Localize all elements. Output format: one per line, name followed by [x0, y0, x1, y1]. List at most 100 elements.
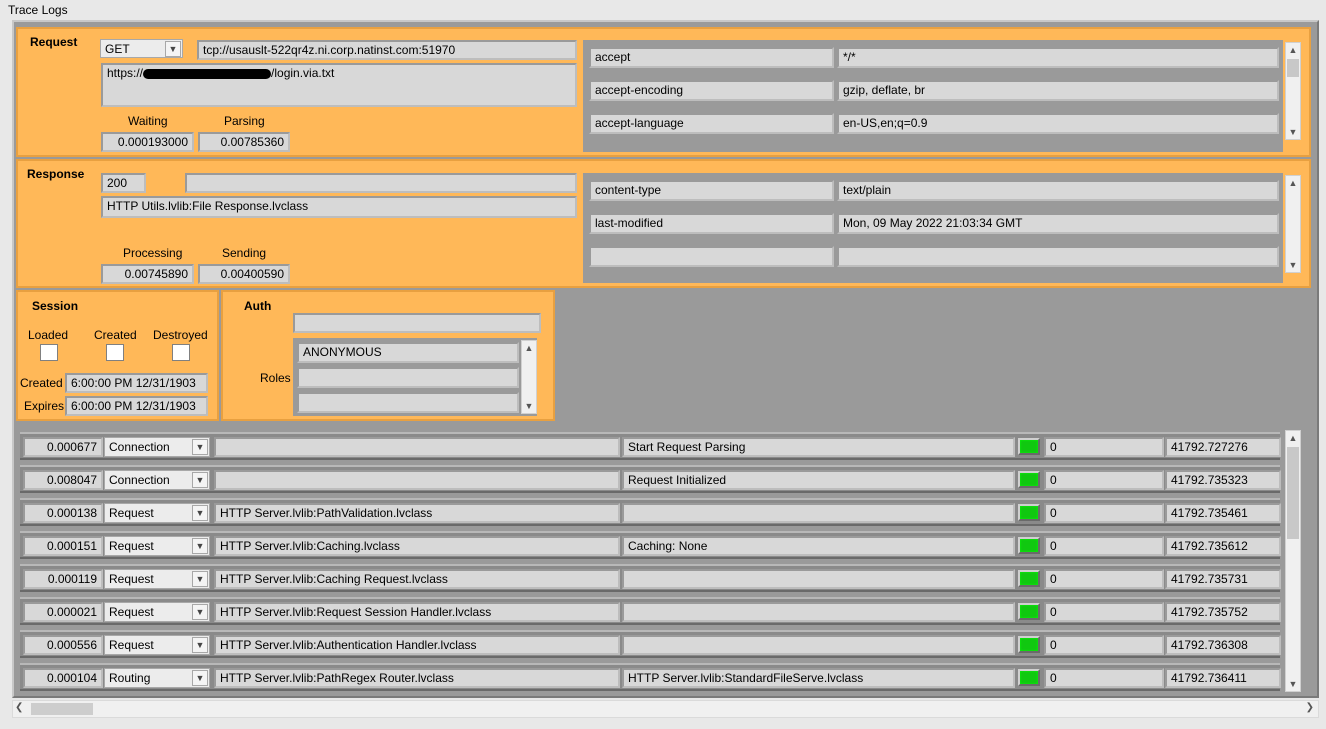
log-message[interactable]	[622, 602, 1015, 622]
response-header-name[interactable]	[589, 246, 834, 267]
request-label: Request	[30, 35, 78, 49]
log-code[interactable]: 0	[1044, 668, 1164, 688]
log-component[interactable]: HTTP Server.lvlib:Caching.lvclass	[214, 536, 620, 556]
log-type-value: Request	[109, 506, 154, 520]
auth-user-field[interactable]	[293, 313, 541, 333]
log-timestamp[interactable]: 41792.735323	[1165, 470, 1281, 490]
waiting-label: Waiting	[128, 114, 168, 128]
response-headers-scrollbar[interactable]: ▲ ▼	[1285, 175, 1301, 273]
response-header-value[interactable]: Mon, 09 May 2022 21:03:34 GMT	[837, 213, 1279, 234]
status-code-field[interactable]: 200	[101, 173, 146, 193]
destroyed-checkbox[interactable]	[172, 344, 190, 361]
log-type-select[interactable]: Request ▼	[104, 602, 210, 622]
response-header-name[interactable]: content-type	[589, 180, 834, 201]
chevron-left-icon[interactable]: ❮	[15, 702, 23, 713]
log-code[interactable]: 0	[1044, 602, 1164, 622]
log-code[interactable]: 0	[1044, 437, 1164, 457]
chevron-down-icon[interactable]: ▼	[522, 399, 536, 413]
request-headers-scrollbar[interactable]: ▲ ▼	[1285, 42, 1301, 140]
connection-field[interactable]: tcp://usauslt-522qr4z.ni.corp.natinst.co…	[197, 40, 577, 60]
method-select[interactable]: GET ▼	[100, 39, 183, 58]
session-expires-field: 6:00:00 PM 12/31/1903	[65, 396, 208, 416]
request-header-value[interactable]: en-US,en;q=0.9	[837, 113, 1279, 134]
log-timestamp[interactable]: 41792.736411	[1165, 668, 1281, 688]
log-type-select[interactable]: Request ▼	[104, 503, 210, 523]
status-led-icon	[1018, 570, 1040, 587]
log-component[interactable]: HTTP Server.lvlib:PathValidation.lvclass	[214, 503, 620, 523]
chevron-down-icon[interactable]: ▼	[1286, 258, 1300, 272]
log-timestamp[interactable]: 41792.735461	[1165, 503, 1281, 523]
expires-label: Expires	[24, 399, 65, 413]
chevron-down-icon[interactable]: ▼	[1286, 677, 1300, 691]
log-code[interactable]: 0	[1044, 569, 1164, 589]
window-title: Trace Logs	[8, 3, 68, 17]
chevron-up-icon[interactable]: ▲	[1286, 176, 1300, 190]
log-code[interactable]: 0	[1044, 635, 1164, 655]
log-component[interactable]: HTTP Server.lvlib:Request Session Handle…	[214, 602, 620, 622]
log-type-select[interactable]: Connection ▼	[104, 470, 210, 490]
scroll-thumb[interactable]	[1287, 447, 1299, 539]
log-message[interactable]: Request Initialized	[622, 470, 1015, 490]
request-header-name[interactable]: accept-encoding	[589, 80, 834, 101]
chevron-up-icon[interactable]: ▲	[1286, 43, 1300, 57]
chevron-up-icon[interactable]: ▲	[1286, 431, 1300, 445]
log-component[interactable]: HTTP Server.lvlib:Caching Request.lvclas…	[214, 569, 620, 589]
processing-field: 0.00745890	[101, 264, 194, 284]
created-checkbox[interactable]	[106, 344, 124, 361]
log-component[interactable]: HTTP Server.lvlib:Authentication Handler…	[214, 635, 620, 655]
response-header-name[interactable]: last-modified	[589, 213, 834, 234]
parsing-label: Parsing	[224, 114, 265, 128]
log-elapsed: 0.000119	[23, 569, 103, 589]
log-component[interactable]: HTTP Server.lvlib:PathRegex Router.lvcla…	[214, 668, 620, 688]
log-message[interactable]: HTTP Server.lvlib:StandardFileServe.lvcl…	[622, 668, 1015, 688]
log-timestamp[interactable]: 41792.735612	[1165, 536, 1281, 556]
chevron-up-icon[interactable]: ▲	[522, 341, 536, 355]
chevron-right-icon[interactable]: ❯	[1306, 702, 1314, 713]
handler-field[interactable]: HTTP Utils.lvlib:File Response.lvclass	[101, 196, 577, 218]
log-component[interactable]	[214, 470, 620, 490]
role-item[interactable]	[297, 367, 519, 388]
log-type-value: Connection	[109, 473, 170, 487]
sending-field: 0.00400590	[198, 264, 290, 284]
scroll-thumb[interactable]	[1287, 59, 1299, 77]
log-timestamp[interactable]: 41792.736308	[1165, 635, 1281, 655]
chevron-down-icon: ▼	[192, 637, 208, 653]
request-header-value[interactable]: gzip, deflate, br	[837, 80, 1279, 101]
log-message[interactable]: Start Request Parsing	[622, 437, 1015, 457]
log-type-select[interactable]: Request ▼	[104, 635, 210, 655]
response-header-value[interactable]: text/plain	[837, 180, 1279, 201]
log-message[interactable]: Caching: None	[622, 536, 1015, 556]
log-message[interactable]	[622, 503, 1015, 523]
log-type-select[interactable]: Connection ▼	[104, 437, 210, 457]
log-type-select[interactable]: Routing ▼	[104, 668, 210, 688]
scroll-thumb[interactable]	[31, 703, 93, 715]
roles-scrollbar[interactable]: ▲ ▼	[521, 340, 537, 414]
log-scrollbar[interactable]: ▲ ▼	[1285, 430, 1301, 692]
log-message[interactable]	[622, 635, 1015, 655]
request-header-value[interactable]: */*	[837, 47, 1279, 68]
loaded-checkbox[interactable]	[40, 344, 58, 361]
log-message[interactable]	[622, 569, 1015, 589]
request-header-name[interactable]: accept-language	[589, 113, 834, 134]
status-text-field[interactable]	[185, 173, 577, 193]
response-header-value[interactable]	[837, 246, 1279, 267]
log-timestamp[interactable]: 41792.735752	[1165, 602, 1281, 622]
horizontal-scrollbar[interactable]: ❮ ❯	[12, 700, 1319, 718]
chevron-down-icon[interactable]: ▼	[1286, 125, 1300, 139]
log-type-select[interactable]: Request ▼	[104, 569, 210, 589]
log-type-select[interactable]: Request ▼	[104, 536, 210, 556]
log-code[interactable]: 0	[1044, 503, 1164, 523]
log-timestamp[interactable]: 41792.727276	[1165, 437, 1281, 457]
log-type-value: Routing	[109, 671, 151, 685]
role-item[interactable]	[297, 392, 519, 413]
role-item[interactable]: ANONYMOUS	[297, 342, 519, 363]
table-row: 0.000104 Routing ▼ HTTP Server.lvlib:PathRe…	[20, 663, 1281, 691]
log-timestamp[interactable]: 41792.735731	[1165, 569, 1281, 589]
request-header-name[interactable]: accept	[589, 47, 834, 68]
log-component[interactable]	[214, 437, 620, 457]
table-row: 0.000677 Connection ▼ Start Request Parsing…	[20, 432, 1281, 460]
log-code[interactable]: 0	[1044, 470, 1164, 490]
status-led-icon	[1018, 603, 1040, 620]
url-field[interactable]: https:// /login.via.txt	[101, 63, 577, 107]
log-code[interactable]: 0	[1044, 536, 1164, 556]
